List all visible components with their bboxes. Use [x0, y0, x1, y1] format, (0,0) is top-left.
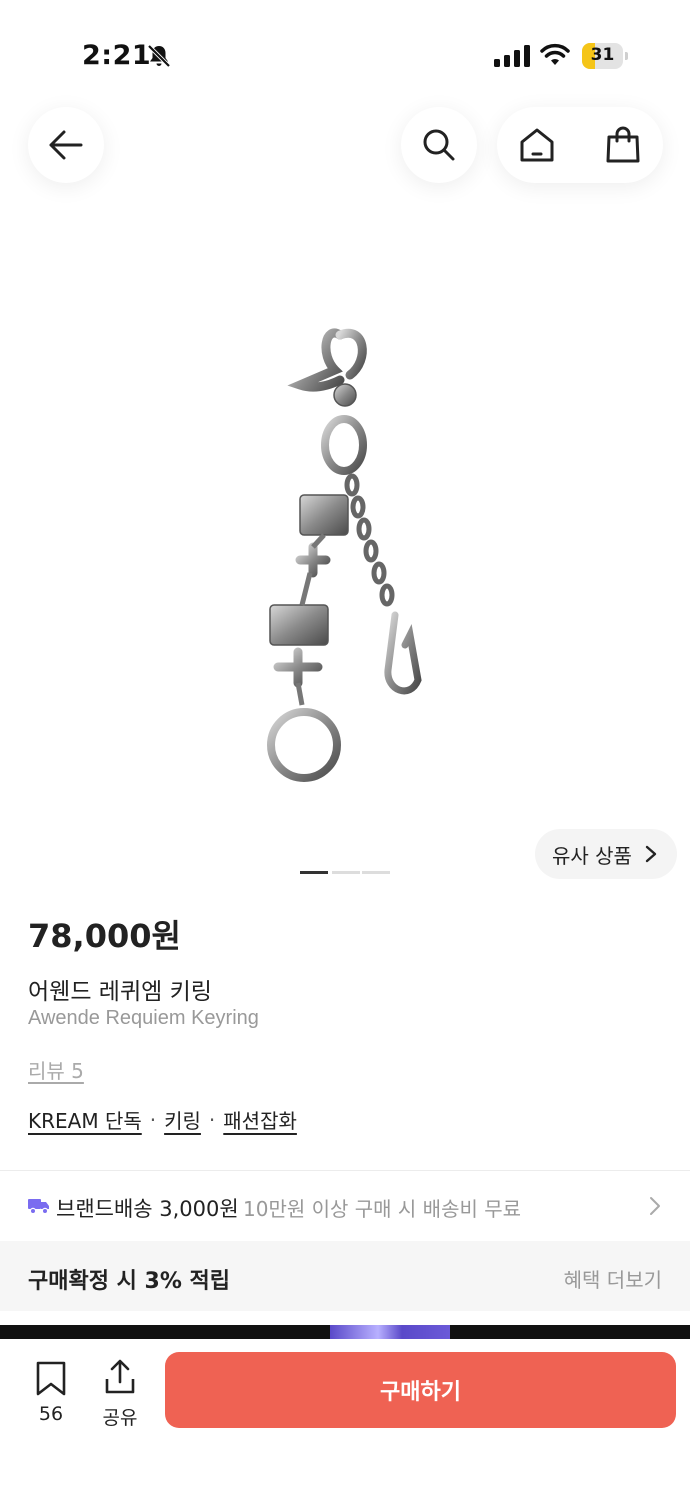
review-link[interactable]: 리뷰 5	[28, 1055, 84, 1084]
shopping-bag-button[interactable]	[583, 107, 663, 183]
pager-dot[interactable]	[332, 871, 360, 874]
tag-kream-exclusive[interactable]: KREAM 단독	[28, 1105, 142, 1134]
benefit-label: 구매확정 시 3% 적립	[28, 1269, 231, 1294]
tag-keyring[interactable]: 키링	[164, 1105, 201, 1134]
shopping-bag-icon	[606, 126, 640, 163]
tag-fashion-goods[interactable]: 패션잡화	[223, 1105, 297, 1134]
product-price: 78,000원	[28, 917, 181, 955]
product-name-korean: 어웬드 레퀴엠 키링	[28, 979, 212, 1005]
banner-strip	[0, 1325, 690, 1339]
battery-body: 31	[582, 43, 623, 69]
similar-products-label: 유사 상품	[552, 843, 632, 868]
bottom-action-bar: 56 공유 구매하기	[0, 1339, 690, 1500]
bell-slash-icon	[147, 44, 171, 68]
share-button[interactable]: 공유	[90, 1359, 150, 1431]
battery-icon: 31	[582, 43, 628, 69]
chevron-right-icon	[645, 845, 657, 863]
save-count: 56	[38, 1403, 64, 1425]
battery-tip	[625, 52, 628, 60]
cellular-signal-icon	[494, 45, 530, 67]
shipping-note: 10만원 이상 구매 시 배송비 무료	[243, 1197, 522, 1221]
buy-button[interactable]: 구매하기	[165, 1352, 676, 1428]
benefit-more-link[interactable]: 혜택 더보기	[564, 1264, 662, 1293]
truck-icon	[28, 1199, 49, 1214]
search-button[interactable]	[401, 107, 477, 183]
bookmark-icon	[36, 1361, 66, 1396]
share-icon	[105, 1359, 135, 1394]
save-button[interactable]: 56	[22, 1361, 80, 1431]
home-cart-group	[497, 107, 663, 183]
tag-separator: ·	[149, 1107, 157, 1132]
home-icon	[520, 128, 554, 162]
status-bar: 2:21 31	[0, 0, 690, 110]
chevron-right-icon	[650, 1197, 660, 1215]
search-icon	[423, 129, 455, 161]
banner-glow	[330, 1325, 450, 1339]
pager-dot-active[interactable]	[300, 871, 328, 874]
product-tags: KREAM 단독 · 키링 · 패션잡화	[28, 1105, 297, 1134]
product-name-english: Awende Requiem Keyring	[28, 1007, 259, 1029]
shipping-info-row[interactable]: 브랜드배송 3,000원 10만원 이상 구매 시 배송비 무료	[0, 1171, 690, 1241]
similar-products-button[interactable]: 유사 상품	[535, 829, 677, 879]
shipping-label: 브랜드배송 3,000원	[56, 1197, 239, 1221]
share-label: 공유	[102, 1407, 138, 1429]
battery-percent: 31	[590, 45, 615, 65]
pager-dot[interactable]	[362, 871, 390, 874]
keyring-product-image[interactable]	[240, 315, 440, 795]
home-button[interactable]	[497, 107, 577, 183]
back-button[interactable]	[28, 107, 104, 183]
image-pager	[300, 871, 392, 875]
arrow-left-icon	[49, 130, 83, 160]
status-time: 2:21	[82, 40, 152, 71]
tag-separator: ·	[208, 1107, 216, 1132]
benefit-row: 구매확정 시 3% 적립 혜택 더보기	[0, 1241, 690, 1311]
wifi-icon	[540, 43, 570, 65]
